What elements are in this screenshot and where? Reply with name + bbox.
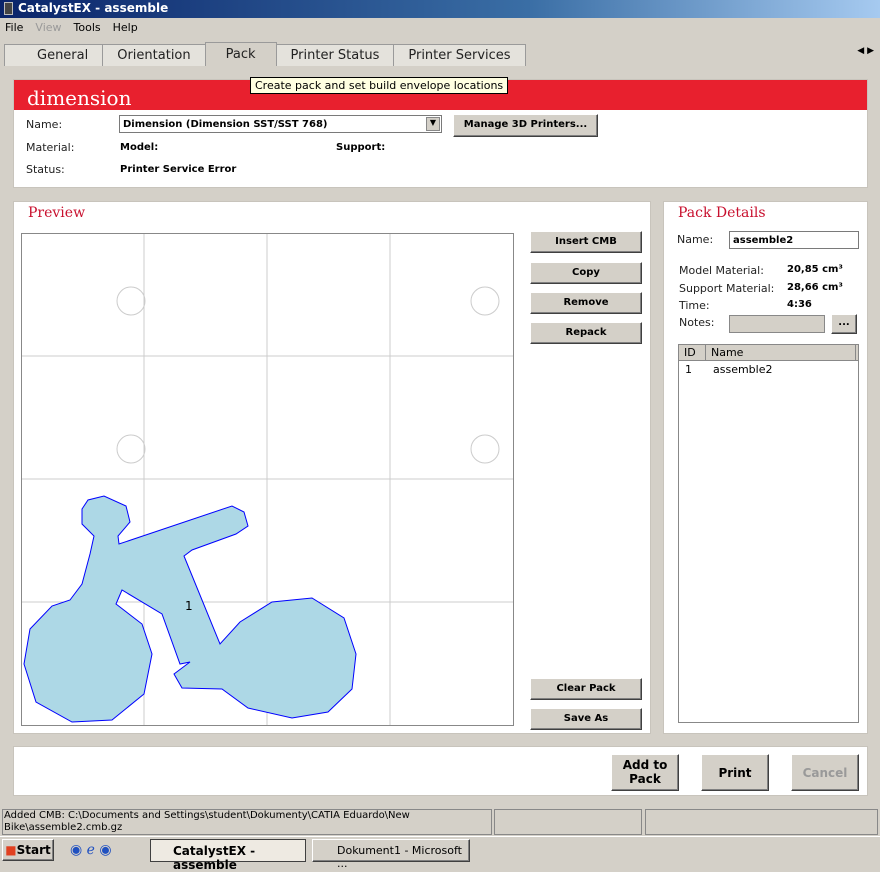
status-value: Printer Service Error <box>120 164 237 175</box>
notes-edit-button[interactable]: ... <box>831 314 857 334</box>
repack-button[interactable]: Repack <box>530 322 642 344</box>
insert-cmb-button[interactable]: Insert CMB <box>530 231 642 253</box>
windows-logo-icon: ■ <box>5 843 17 857</box>
tab-pack[interactable]: Pack <box>204 42 277 66</box>
taskbar: ■Start ◉ ℯ ◉ CatalystEX - assemble Dokum… <box>0 836 880 872</box>
column-header-name[interactable]: Name <box>706 345 856 360</box>
tab-general[interactable]: General <box>4 44 104 66</box>
time-value: 4:36 <box>787 299 812 310</box>
pack-name-value: assemble2 <box>733 235 794 246</box>
title-bar: CatalystEX - assemble <box>0 0 880 18</box>
column-header-id[interactable]: ID <box>679 345 706 360</box>
tooltip: Create pack and set build envelope locat… <box>250 77 509 94</box>
app-icon <box>4 2 13 15</box>
support-label: Support: <box>336 142 386 153</box>
row-id: 1 <box>685 363 692 376</box>
model-label: Model: <box>120 142 159 153</box>
copy-button[interactable]: Copy <box>530 262 642 284</box>
menu-help[interactable]: Help <box>113 21 138 35</box>
print-button[interactable]: Print <box>701 754 769 791</box>
taskbar-item-catalystex[interactable]: CatalystEX - assemble <box>150 839 306 872</box>
menu-tools[interactable]: Tools <box>74 21 101 35</box>
menu-view[interactable]: View <box>35 21 61 35</box>
taskbar-item-word[interactable]: Dokument1 - Microsoft ... <box>312 839 470 870</box>
table-row[interactable]: 1 assemble2 <box>679 361 858 376</box>
save-as-button[interactable]: Save As <box>530 708 642 730</box>
remove-button[interactable]: Remove <box>530 292 642 314</box>
locator-circles <box>116 286 500 464</box>
support-material-label: Support Material: <box>679 282 775 295</box>
tab-orientation[interactable]: Orientation <box>102 44 206 66</box>
chevron-down-icon[interactable]: ▼ <box>426 117 440 131</box>
printer-select[interactable]: Dimension (Dimension SST/SST 768) ▼ <box>119 115 442 133</box>
material-label: Material: <box>26 141 75 154</box>
quick-launch-icons[interactable]: ◉ ℯ ◉ <box>70 842 112 858</box>
model-material-value: 20,85 cm³ <box>787 264 843 275</box>
dimension-logo: dimension <box>27 86 132 110</box>
status-label: Status: <box>26 163 65 176</box>
cancel-button[interactable]: Cancel <box>791 754 859 791</box>
model-material-label: Model Material: <box>679 264 764 277</box>
part-id-label: 1 <box>185 599 193 613</box>
status-pane-3 <box>645 809 878 835</box>
menu-bar: File View Tools Help <box>0 19 880 37</box>
tab-printer-services[interactable]: Printer Services <box>393 44 526 66</box>
notes-input[interactable] <box>729 315 825 333</box>
printer-select-value: Dimension (Dimension SST/SST 768) <box>123 119 328 130</box>
row-name: assemble2 <box>713 363 773 376</box>
name-label: Name: <box>26 118 63 131</box>
tab-scroll-arrows[interactable]: ◀ ▶ <box>857 46 874 56</box>
add-to-pack-button[interactable]: Add to Pack <box>611 754 679 791</box>
status-pane-2 <box>494 809 642 835</box>
tab-bar: General Orientation Pack Printer Status … <box>4 42 526 66</box>
pack-list[interactable]: ID Name 1 assemble2 <box>678 344 859 723</box>
menu-file[interactable]: File <box>5 21 23 35</box>
pack-name-input[interactable]: assemble2 <box>729 231 859 249</box>
pack-details-title: Pack Details <box>678 205 766 221</box>
preview-canvas: 1 <box>22 234 513 725</box>
manage-printers-button[interactable]: Manage 3D Printers... <box>453 114 598 137</box>
build-envelope[interactable]: 1 <box>21 233 514 726</box>
time-label: Time: <box>679 299 710 312</box>
start-button[interactable]: ■Start <box>2 839 54 861</box>
preview-title: Preview <box>28 205 86 221</box>
status-message: Added CMB: C:\Documents and Settings\stu… <box>2 809 492 835</box>
tab-printer-status[interactable]: Printer Status <box>275 44 395 66</box>
support-material-value: 28,66 cm³ <box>787 282 843 293</box>
clear-pack-button[interactable]: Clear Pack <box>530 678 642 700</box>
pack-name-label: Name: <box>677 233 714 246</box>
notes-label: Notes: <box>679 316 715 329</box>
window-title: CatalystEX - assemble <box>18 1 169 15</box>
